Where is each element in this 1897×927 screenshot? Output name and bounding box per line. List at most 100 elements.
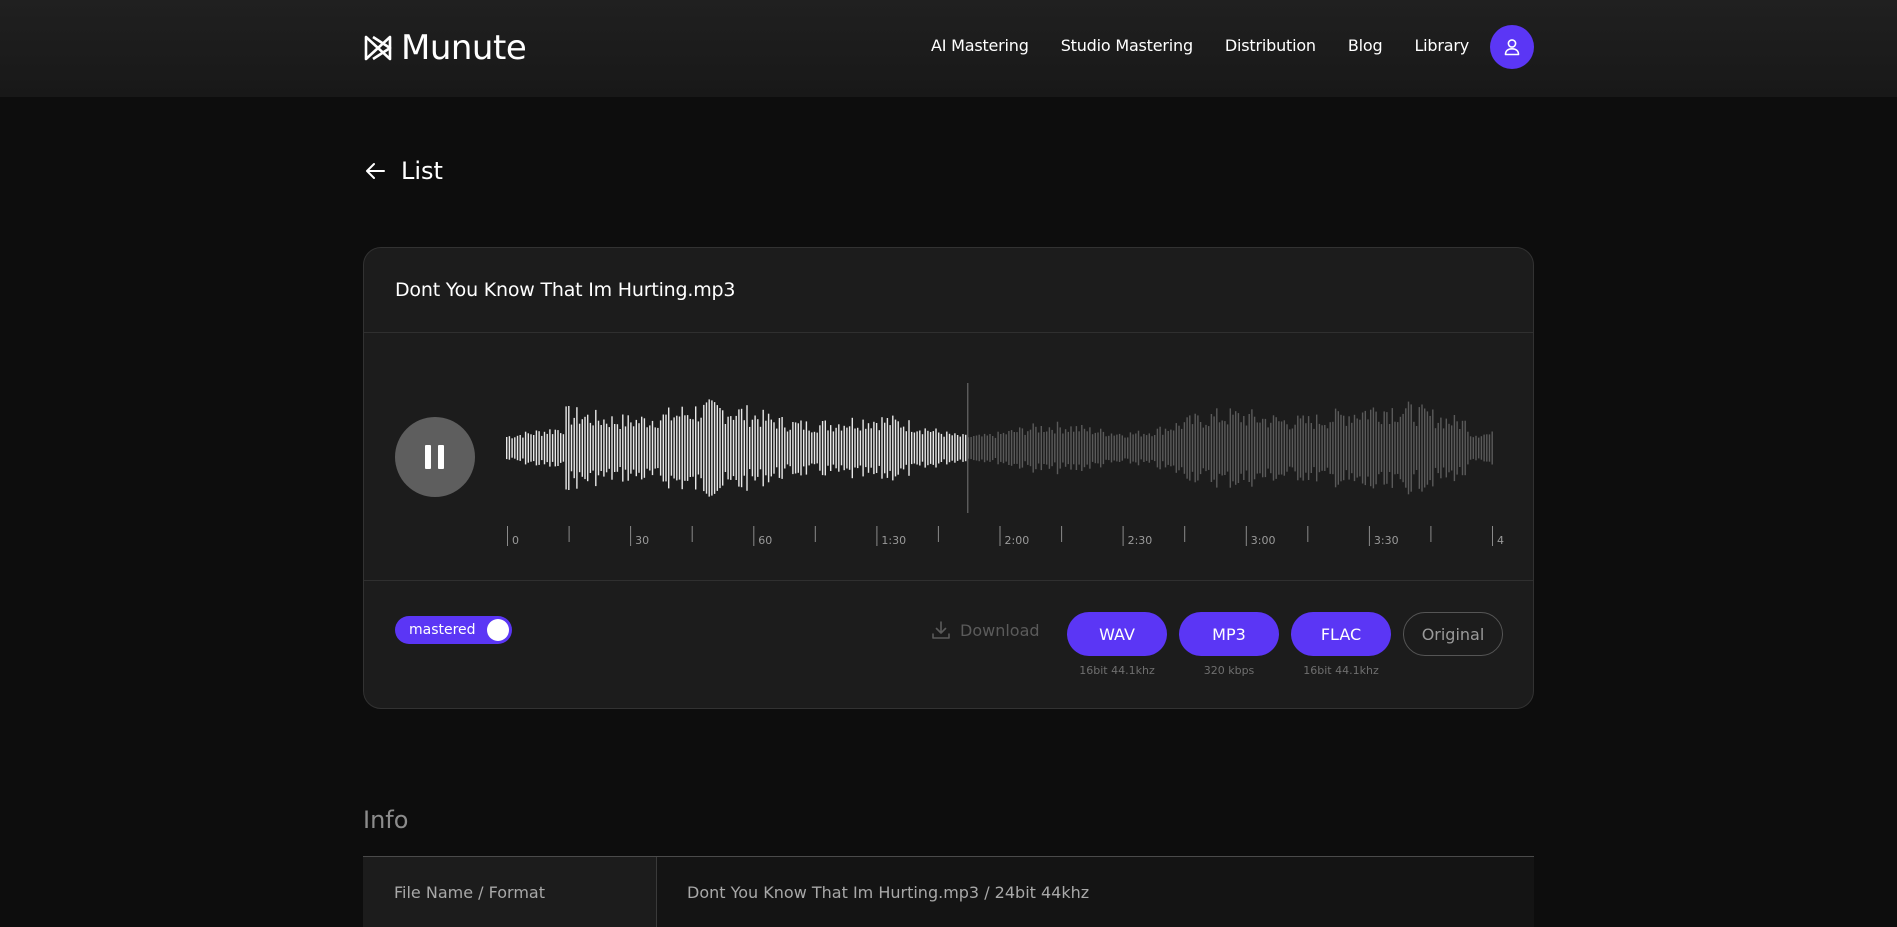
waveform-bar	[1407, 401, 1410, 495]
waveform-bar	[892, 415, 894, 481]
waveform-bar	[1029, 429, 1032, 467]
waveform-bar	[1391, 408, 1393, 488]
waveform-bar	[1005, 434, 1007, 462]
waveform-bar	[819, 425, 821, 471]
mp3-spec: 320 kbps	[1203, 664, 1255, 677]
waveform-bar	[1056, 421, 1059, 475]
waveform-bar	[776, 428, 778, 468]
waveform-bar	[1386, 412, 1388, 484]
brand-logo[interactable]: Munute	[363, 28, 527, 68]
waveform-bar	[1148, 433, 1150, 463]
nav-library[interactable]: Library	[1414, 36, 1469, 55]
waveform-bar	[1075, 426, 1078, 470]
waveform[interactable]	[506, 363, 1496, 553]
waveform-bar	[1297, 415, 1299, 481]
waveform-bar	[1480, 436, 1483, 460]
waveform-bar	[1159, 426, 1161, 470]
mastered-toggle[interactable]: mastered	[395, 616, 512, 644]
waveform-bar	[865, 428, 867, 468]
waveform-bar	[840, 430, 843, 466]
waveform-bar	[889, 425, 891, 471]
waveform-bar	[875, 423, 878, 473]
back-to-list-link[interactable]: List	[363, 157, 443, 185]
waveform-bar	[1046, 431, 1048, 465]
waveform-bar	[1421, 404, 1423, 492]
waveform-bar	[1078, 431, 1080, 465]
waveform-bar	[659, 420, 662, 476]
waveform-bar	[1364, 410, 1366, 486]
waveform-bar	[1189, 415, 1191, 481]
waveform-bar	[1102, 431, 1105, 465]
waveform-bar	[635, 419, 637, 477]
waveform-bar	[1199, 422, 1202, 475]
waveform-bar	[808, 430, 810, 466]
waveform-bar	[975, 435, 978, 461]
waveform-bar	[740, 408, 743, 488]
waveform-bar	[832, 431, 835, 465]
nav-ai-mastering[interactable]: AI Mastering	[931, 36, 1029, 55]
waveform-bar	[1218, 422, 1221, 474]
waveform-bar	[830, 425, 832, 471]
waveform-bar	[638, 423, 640, 473]
waveform-bar	[1434, 428, 1437, 468]
flac-button[interactable]: FLAC	[1291, 612, 1391, 656]
waveform-bar	[597, 420, 600, 476]
waveform-bar	[1321, 425, 1323, 471]
timeline-tick	[1492, 526, 1493, 546]
info-key: File Name / Format	[394, 883, 546, 902]
user-icon	[1504, 39, 1520, 56]
waveform-bar	[1016, 432, 1018, 464]
waveform-bar	[600, 425, 602, 471]
waveform-bar	[843, 425, 845, 471]
wav-button[interactable]: WAV	[1067, 612, 1167, 656]
waveform-bar	[1048, 427, 1051, 469]
waveform-bar	[703, 404, 705, 492]
info-heading: Info	[363, 806, 409, 834]
waveform-bar	[1032, 423, 1034, 473]
waveform-bar	[894, 419, 897, 477]
waveform-bar	[981, 436, 983, 460]
waveform-bar	[608, 427, 610, 469]
waveform-bar	[1275, 417, 1277, 479]
waveform-bar	[1453, 415, 1456, 482]
track-title: Dont You Know That Im Hurting.mp3	[395, 279, 736, 301]
waveform-bar	[1399, 416, 1402, 480]
waveform-bar	[859, 430, 862, 466]
waveform-bar	[919, 430, 921, 466]
waveform-bar	[935, 428, 937, 468]
waveform-bar	[1240, 422, 1242, 474]
original-button[interactable]: Original	[1403, 612, 1503, 656]
waveform-bar	[1413, 421, 1415, 475]
waveform-bar	[927, 430, 929, 466]
waveform-bar	[1083, 428, 1086, 468]
nav-blog[interactable]: Blog	[1348, 36, 1383, 55]
waveform-bar	[1348, 416, 1350, 480]
waveform-bar	[1213, 416, 1215, 480]
waveform-bar	[986, 435, 988, 461]
waveform-bar	[994, 437, 997, 458]
waveform-bar	[1186, 417, 1188, 479]
waveform-bar	[1486, 434, 1488, 462]
nav-studio-mastering[interactable]: Studio Mastering	[1061, 36, 1193, 55]
timeline-tick	[753, 526, 755, 546]
waveform-bar	[1267, 427, 1269, 469]
waveform-bar	[619, 429, 621, 467]
waveform-bar	[711, 400, 713, 496]
mp3-button[interactable]: MP3	[1179, 612, 1279, 656]
timeline: 0 30 60 1:30 2:00 2:30 3:00 3:30 4	[507, 526, 1504, 547]
waveform-bar	[527, 433, 529, 463]
waveform-bar	[1137, 430, 1140, 466]
waveform-bar	[938, 432, 940, 464]
waveform-bar	[646, 427, 648, 469]
waveform-bar	[913, 432, 916, 464]
waveform-bar	[1245, 425, 1248, 471]
profile-button[interactable]	[1490, 25, 1534, 69]
nav-distribution[interactable]: Distribution	[1225, 36, 1316, 55]
download-icon	[932, 621, 950, 639]
waveform-bar	[1094, 432, 1096, 464]
waveform-bar	[538, 431, 540, 465]
waveform-bar	[1437, 422, 1439, 474]
pause-button[interactable]	[395, 417, 475, 497]
timeline-tick	[1061, 526, 1063, 542]
waveform-bar	[511, 438, 513, 458]
